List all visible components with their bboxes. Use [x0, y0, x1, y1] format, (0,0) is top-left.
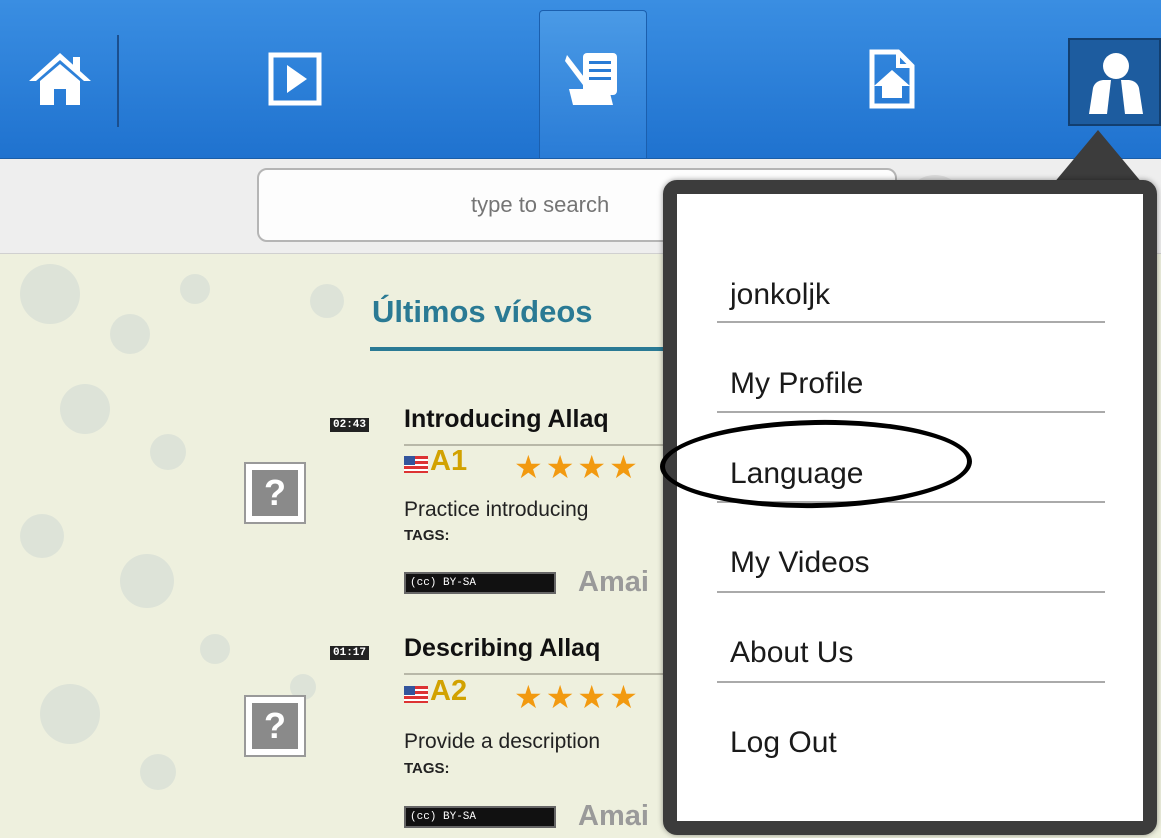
script-edit-icon	[565, 53, 617, 105]
user-icon	[1089, 53, 1143, 114]
heading-underline	[370, 347, 670, 351]
video-author[interactable]: Amai	[578, 800, 649, 833]
menu-item-my-videos[interactable]: My Videos	[730, 546, 870, 580]
user-menu-button[interactable]	[1068, 38, 1161, 126]
menu-divider	[717, 411, 1105, 413]
upload-button[interactable]	[850, 0, 930, 158]
license-badge[interactable]: (cc) BY-SA	[404, 806, 556, 828]
menu-divider	[717, 591, 1105, 593]
menu-divider	[717, 321, 1105, 323]
question-mark-icon: ?	[252, 703, 298, 749]
video-description: Provide a description	[404, 730, 601, 753]
menu-item-my-profile[interactable]: My Profile	[730, 367, 863, 401]
latest-videos-heading: Últimos vídeos	[372, 294, 593, 329]
rating-stars-icon: ★★★★	[514, 679, 641, 715]
video-description: Practice introducing	[404, 498, 589, 521]
us-flag-icon	[404, 686, 428, 703]
video-title[interactable]: Describing Allaq	[404, 634, 600, 663]
video-duration: 02:43	[330, 418, 370, 432]
video-duration: 01:17	[330, 646, 370, 660]
video-level: A1	[430, 445, 468, 477]
menu-item-log-out[interactable]: Log Out	[730, 726, 837, 760]
play-icon	[268, 52, 322, 106]
home-icon	[29, 53, 91, 105]
videos-button[interactable]	[255, 0, 335, 158]
home-button[interactable]	[20, 0, 100, 158]
nav-separator	[117, 35, 119, 127]
menu-divider	[717, 501, 1105, 503]
rating-stars-icon: ★★★★	[514, 449, 641, 485]
video-level: A2	[430, 675, 468, 707]
subtitle-editor-button[interactable]	[555, 0, 631, 158]
video-author[interactable]: Amai	[578, 566, 649, 599]
license-badge[interactable]: (cc) BY-SA	[404, 572, 556, 594]
video-title[interactable]: Introducing Allaq	[404, 405, 609, 434]
question-mark-icon: ?	[252, 470, 298, 516]
video-tags-label: TAGS:	[404, 760, 450, 777]
menu-item-language[interactable]: Language	[730, 457, 863, 491]
menu-item-username[interactable]: jonkoljk	[730, 278, 830, 312]
menu-divider	[717, 681, 1105, 683]
video-thumbnail[interactable]: ?	[244, 695, 306, 757]
top-nav-bar	[0, 0, 1161, 159]
user-dropdown-menu: jonkoljk My Profile Language My Videos A…	[663, 180, 1157, 835]
upload-icon	[869, 49, 915, 109]
menu-item-about-us[interactable]: About Us	[730, 636, 853, 670]
us-flag-icon	[404, 456, 428, 473]
video-tags-label: TAGS:	[404, 527, 450, 544]
video-thumbnail[interactable]: ?	[244, 462, 306, 524]
